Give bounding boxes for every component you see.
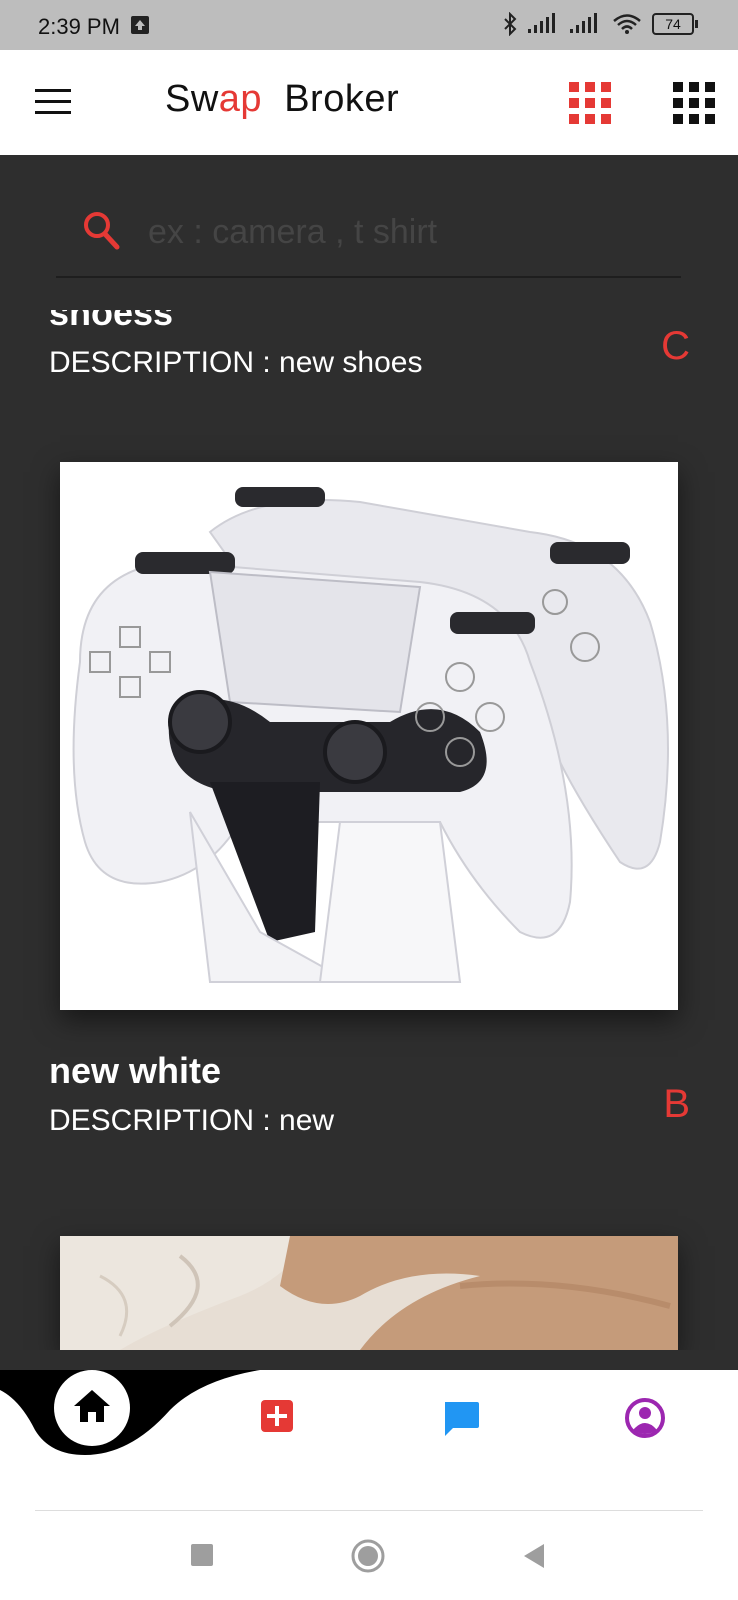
battery-level: 74	[665, 16, 681, 32]
home-icon	[74, 1390, 110, 1422]
home-nav-button[interactable]	[54, 1370, 130, 1446]
status-bar: 2:39 PM 74	[0, 0, 738, 50]
app-title-part1: Sw	[165, 78, 219, 120]
grid-view-icon[interactable]	[569, 82, 613, 126]
game-controllers-photo	[60, 462, 678, 1010]
bluetooth-icon	[504, 12, 517, 36]
search-bar	[56, 198, 681, 278]
product-grade: B	[663, 1082, 690, 1126]
search-icon	[84, 212, 120, 250]
profile-icon[interactable]	[625, 1398, 665, 1438]
product-title: new white	[49, 1050, 222, 1091]
upload-icon	[131, 16, 149, 34]
back-button[interactable]	[522, 1543, 546, 1569]
search-input[interactable]	[146, 206, 670, 258]
home-button[interactable]	[350, 1538, 386, 1574]
battery-icon: 74	[652, 13, 698, 35]
product-description: DESCRIPTION : new	[49, 1104, 335, 1137]
app-header: Swap Broker	[0, 50, 738, 155]
product-image[interactable]	[60, 1236, 678, 1350]
menu-icon[interactable]	[35, 89, 71, 115]
app-title-part2: Broker	[284, 78, 400, 120]
app-title: Swap Broker	[165, 78, 399, 121]
grid-compact-icon[interactable]	[673, 82, 717, 126]
product-image[interactable]	[60, 462, 678, 1010]
status-time: 2:39 PM	[38, 14, 120, 39]
add-icon[interactable]	[259, 1398, 295, 1434]
wifi-icon	[613, 14, 641, 34]
app-title-accent: ap	[218, 78, 263, 120]
status-icons: 74	[502, 12, 698, 36]
product-title: shoess	[49, 310, 174, 333]
bottom-navigation	[0, 1370, 738, 1515]
product-grade: C	[661, 324, 690, 368]
recents-button[interactable]	[190, 1543, 214, 1567]
signal-icon	[528, 13, 555, 33]
system-navigation-bar	[0, 1511, 738, 1600]
chat-icon[interactable]	[441, 1398, 481, 1438]
fabric-photo	[60, 1236, 678, 1350]
signal-icon	[570, 13, 597, 33]
product-feed[interactable]: shoess DESCRIPTION : new shoes C new whi…	[0, 310, 738, 1350]
nav-wave-shape	[0, 1370, 260, 1455]
product-description: DESCRIPTION : new shoes	[49, 346, 423, 379]
